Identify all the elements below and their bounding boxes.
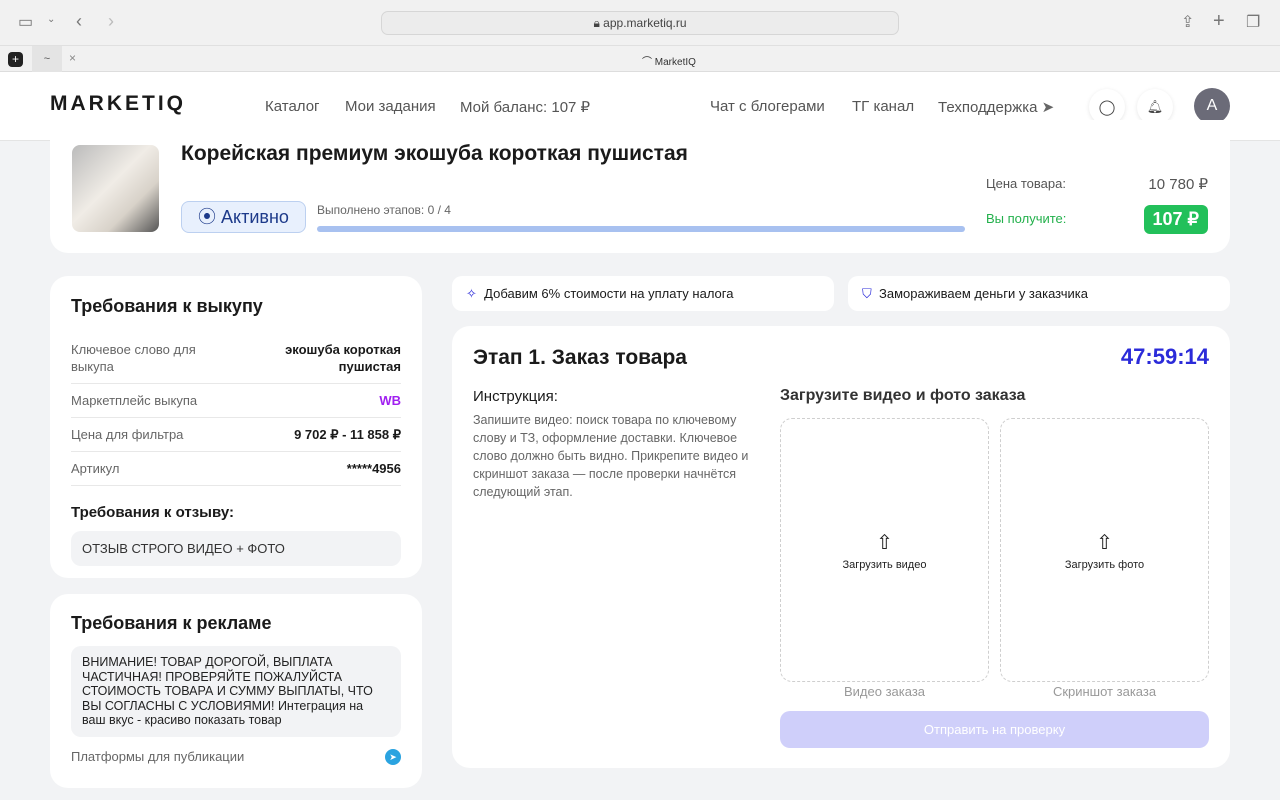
play-icon: ⦿ [198,207,217,227]
requirement-row: Артикул *****4956 [71,452,401,486]
tax-info: ✧ Добавим 6% стоимости на уплату налога [452,276,834,311]
nav-blogger-chat[interactable]: Чат с блогерами [710,98,825,115]
nav-my-tasks[interactable]: Мои задания [345,98,436,115]
row-value: экошуба короткая пушистая [285,342,401,374]
tab-bar: + ~ × ⌒ MarketIQ [0,45,1280,72]
status-text: Активно [221,207,289,227]
row-key: Цена для фильтра [71,427,184,442]
ads-title: Требования к рекламе [71,613,272,633]
sidebar-icon[interactable]: ▭ [18,12,33,32]
tab-title-text: MarketIQ [654,57,696,68]
nav-balance[interactable]: Мой баланс: 107 ₽ [460,98,590,116]
price-value: 10 780 ₽ [1148,176,1208,193]
logo[interactable]: MARKETIQ [50,92,186,116]
avatar[interactable]: A [1194,88,1230,124]
product-image[interactable] [72,145,159,232]
timer: 47:59:14 [1120,344,1209,369]
nav-support[interactable]: Техподдержка ➤ [938,98,1054,116]
upload-icon: ⇧ [876,531,893,554]
review-title: Требования к отзыву: [71,504,234,521]
close-tab-icon[interactable]: × [69,51,76,65]
row-key: Артикул [71,461,120,476]
requirements-title: Требования к выкупу [71,296,263,316]
add-tab-icon[interactable]: + [8,52,23,67]
pinned-tab[interactable]: ~ [32,46,62,72]
browser-toolbar: ▭ ⌄ ‹ › 🔒︎ app.marketiq.ru ⇪ + ❐ + ~ × ⌒… [0,0,1280,72]
lock-icon: 🔒︎ [593,16,600,30]
product-title: Корейская премиум экошуба короткая пушис… [181,142,688,165]
upload-video-label: Загрузить видео [842,558,927,571]
earn-value: 107 ₽ [1143,205,1208,234]
bell-icon: 🔔︎ [1146,99,1164,114]
submit-button[interactable]: Отправить на проверку [780,711,1209,748]
forward-icon[interactable]: › [108,11,114,32]
sparkle-icon: ✧ [466,286,477,301]
review-text: ОТЗЫВ СТРОГО ВИДЕО + ФОТО [71,531,401,566]
requirement-row: Ключевое слово для выкупа экошуба коротка… [71,333,401,384]
row-value: WB [379,393,401,408]
video-caption: Видео заказа [843,684,926,699]
ad-requirements-card: Требования к рекламе ВНИМАНИЕ! ТОВАР ДОР… [50,594,422,788]
logo-icon: ⌒ [642,57,655,68]
url-text: app.marketiq.ru [603,16,687,30]
nav-tg-channel[interactable]: ТГ канал [852,98,914,115]
share-icon[interactable]: ⇪ [1181,12,1194,32]
telegram-icon[interactable]: ➤ [385,748,401,765]
new-tab-icon[interactable]: + [1213,10,1225,33]
photo-caption: Скриншот заказа [1052,684,1157,699]
product-card: Корейская премиум экошуба короткая пушис… [50,120,1230,253]
upload-photo-dropzone[interactable]: ⇧ Загрузить фото [1000,418,1209,682]
upload-photo-label: Загрузить фото [1064,558,1145,571]
chevron-down-icon[interactable]: ⌄ [47,14,55,25]
shield-icon: ⛉ [862,286,872,301]
chat-icon: ◯ [1098,99,1116,116]
requirement-row: Цена для фильтра 9 702 ₽ - 11 858 ₽ [71,418,401,452]
nav-catalog[interactable]: Каталог [265,98,320,115]
tab-title[interactable]: ⌒ MarketIQ [642,53,696,68]
row-value: *****4956 [346,461,401,476]
stage-title: Этап 1. Заказ товара [473,346,687,369]
instruction-text: Запишите видео: поиск товара по ключевом… [473,413,749,499]
row-key: Ключевое слово для выкупа [71,342,196,374]
address-bar[interactable]: 🔒︎ app.marketiq.ru [381,11,899,35]
earn-label: Вы получите: [986,211,1067,226]
row-key: Маркетплейс выкупа [71,393,198,408]
back-icon[interactable]: ‹ [76,11,82,32]
telegram-icon: ➤ [1041,99,1055,116]
progress-label: Выполнено этапов: 0 / 4 [317,203,451,217]
tabs-overview-icon[interactable]: ❐ [1246,12,1260,32]
status-badge: ⦿ Активно [181,201,306,233]
progress-bar [317,226,965,232]
upload-video-dropzone[interactable]: ⇧ Загрузить видео [780,418,989,682]
freeze-info: ⛉ Замораживаем деньги у заказчика [848,276,1230,311]
upload-icon: ⇧ [1096,531,1113,554]
row-value: 9 702 ₽ - 11 858 ₽ [294,427,401,442]
tax-text: Добавим 6% стоимости на уплату налога [484,286,734,301]
purchase-requirements-card: Требования к выкупу Ключевое слово для в… [50,276,422,578]
freeze-text: Замораживаем деньги у заказчика [879,286,1088,301]
upload-title: Загрузите видео и фото заказа [780,387,1026,404]
platforms-label: Платформы для публикации [71,748,245,764]
nav-support-label: Техподдержка [938,99,1038,116]
price-label: Цена товара: [986,176,1066,191]
requirement-row: Маркетплейс выкупа WB [71,384,401,418]
instruction-title: Инструкция: [473,388,558,405]
ads-text: ВНИМАНИЕ! ТОВАР ДОРОГОЙ, ВЫПЛАТА ЧАСТИЧН… [71,646,401,737]
